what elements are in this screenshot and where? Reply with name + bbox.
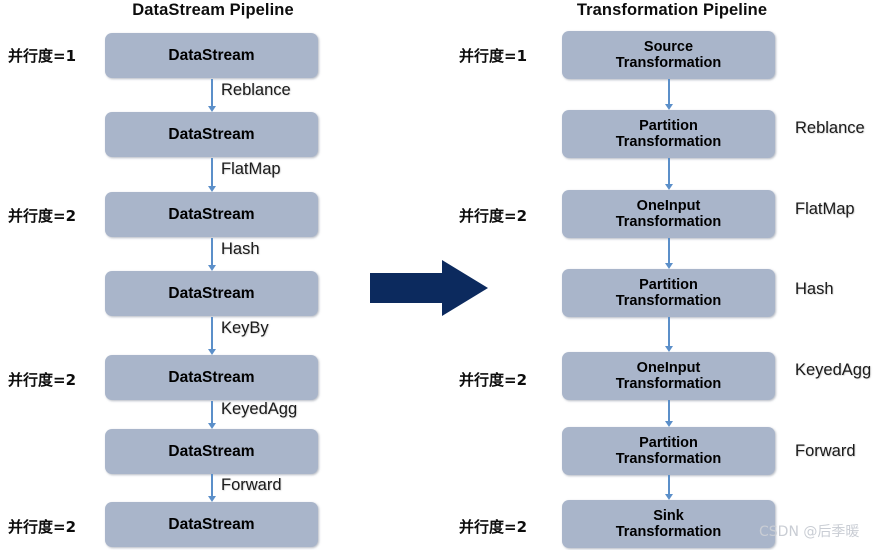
edge-label-left-flatmap: FlatMap — [221, 160, 281, 178]
datastream-node-2[interactable]: DataStream — [105, 112, 318, 157]
transformation-node-partition-2[interactable]: Partition Transformation — [562, 269, 775, 317]
transformation-node-partition-1[interactable]: Partition Transformation — [562, 110, 775, 158]
transformation-node-sink[interactable]: Sink Transformation — [562, 500, 775, 548]
flow-arrow-right-6 — [663, 475, 674, 500]
parallelism-label-left-3: 并行度=2 — [8, 207, 77, 225]
node-label-line2: Transformation — [615, 55, 722, 71]
parallelism-label-left-5: 并行度=2 — [8, 371, 77, 389]
node-label-line1: OneInput — [636, 359, 701, 376]
edge-label-right-hash: Hash — [795, 280, 834, 298]
node-label-line1: OneInput — [636, 197, 701, 214]
edge-label-left-hash: Hash — [221, 240, 260, 258]
flow-arrow-right-3 — [663, 238, 674, 269]
arrow-shaft — [668, 79, 670, 104]
parallelism-label-right-3: 并行度=2 — [459, 207, 528, 225]
transformation-node-source[interactable]: Source Transformation — [562, 31, 775, 79]
arrow-head-icon — [207, 106, 216, 112]
node-label-line2: Transformation — [615, 293, 722, 309]
arrow-head-icon — [207, 186, 216, 192]
node-label: DataStream — [168, 284, 255, 302]
arrow-head-icon — [207, 265, 216, 271]
arrow-head-icon — [207, 496, 216, 502]
flow-arrow-right-1 — [663, 79, 674, 110]
edge-label-right-reblance: Reblance — [795, 119, 865, 137]
edge-label-left-keyedagg: KeyedAgg — [221, 400, 298, 418]
datastream-node-6[interactable]: DataStream — [105, 429, 318, 474]
arrow-shaft — [668, 317, 670, 346]
flow-arrow-left-3 — [206, 238, 217, 271]
parallelism-label-right-5: 并行度=2 — [459, 371, 528, 389]
flow-arrow-left-2 — [206, 158, 217, 192]
datastream-node-5[interactable]: DataStream — [105, 355, 318, 400]
arrow-head-icon — [664, 184, 673, 190]
arrow-shaft — [668, 158, 670, 184]
node-label: DataStream — [168, 368, 255, 386]
arrow-shaft — [668, 238, 670, 263]
csdn-watermark: CSDN @后季暖 — [759, 524, 860, 540]
arrow-shaft — [211, 238, 213, 265]
arrow-shaft — [211, 158, 213, 186]
arrow-shaft — [668, 475, 670, 494]
arrow-head-icon — [664, 421, 673, 427]
datastream-node-7[interactable]: DataStream — [105, 502, 318, 547]
parallelism-label-left-7: 并行度=2 — [8, 518, 77, 536]
node-label: DataStream — [168, 442, 255, 460]
transformation-node-oneinput-2[interactable]: OneInput Transformation — [562, 352, 775, 400]
node-label: DataStream — [168, 205, 255, 223]
edge-label-left-reblance: Reblance — [221, 81, 291, 99]
node-label-line2: Transformation — [615, 451, 722, 467]
parallelism-label-left-1: 并行度=1 — [8, 47, 77, 65]
arrow-shaft — [668, 400, 670, 421]
arrow-head-icon — [207, 349, 216, 355]
transformation-node-oneinput-1[interactable]: OneInput Transformation — [562, 190, 775, 238]
parallelism-label-right-1: 并行度=1 — [459, 47, 528, 65]
node-label-line1: Partition — [639, 434, 698, 451]
node-label-line1: Sink — [653, 507, 684, 524]
arrow-shaft — [211, 79, 213, 106]
node-label-line2: Transformation — [615, 376, 722, 392]
flow-arrow-left-4 — [206, 317, 217, 355]
transition-arrow-icon — [370, 260, 488, 316]
edge-label-right-flatmap: FlatMap — [795, 200, 855, 218]
arrow-head-icon — [664, 263, 673, 269]
node-label-line2: Transformation — [615, 134, 722, 150]
transformation-node-partition-3[interactable]: Partition Transformation — [562, 427, 775, 475]
flow-arrow-left-6 — [206, 474, 217, 502]
node-label-line2: Transformation — [615, 524, 722, 540]
arrow-shaft — [211, 401, 213, 423]
arrow-head-icon — [207, 423, 216, 429]
flow-arrow-right-4 — [663, 317, 674, 352]
arrow-shaft — [211, 474, 213, 496]
edge-label-left-keyby: KeyBy — [221, 319, 269, 337]
right-pipeline-title: Transformation Pipeline — [576, 1, 768, 19]
arrow-shaft — [211, 317, 213, 349]
node-label-line1: Source — [643, 38, 694, 55]
flow-arrow-left-1 — [206, 79, 217, 112]
node-label: DataStream — [168, 46, 255, 64]
edge-label-right-keyedagg: KeyedAgg — [795, 361, 872, 379]
parallelism-label-right-7: 并行度=2 — [459, 518, 528, 536]
node-label-line2: Transformation — [615, 214, 722, 230]
node-label-line1: Partition — [639, 117, 698, 134]
arrow-head-icon — [664, 494, 673, 500]
edge-label-left-forward: Forward — [221, 476, 282, 494]
flow-arrow-right-2 — [663, 158, 674, 190]
edge-label-right-forward: Forward — [795, 442, 856, 460]
diagram-canvas: DataStream Pipeline Transformation Pipel… — [0, 0, 886, 550]
node-label: DataStream — [168, 125, 255, 143]
arrow-head-icon — [664, 346, 673, 352]
datastream-node-4[interactable]: DataStream — [105, 271, 318, 316]
left-pipeline-title: DataStream Pipeline — [132, 1, 294, 19]
arrow-head-icon — [664, 104, 673, 110]
node-label-line1: Partition — [639, 276, 698, 293]
datastream-node-1[interactable]: DataStream — [105, 33, 318, 78]
datastream-node-3[interactable]: DataStream — [105, 192, 318, 237]
flow-arrow-right-5 — [663, 400, 674, 427]
flow-arrow-left-5 — [206, 401, 217, 429]
node-label: DataStream — [168, 515, 255, 533]
